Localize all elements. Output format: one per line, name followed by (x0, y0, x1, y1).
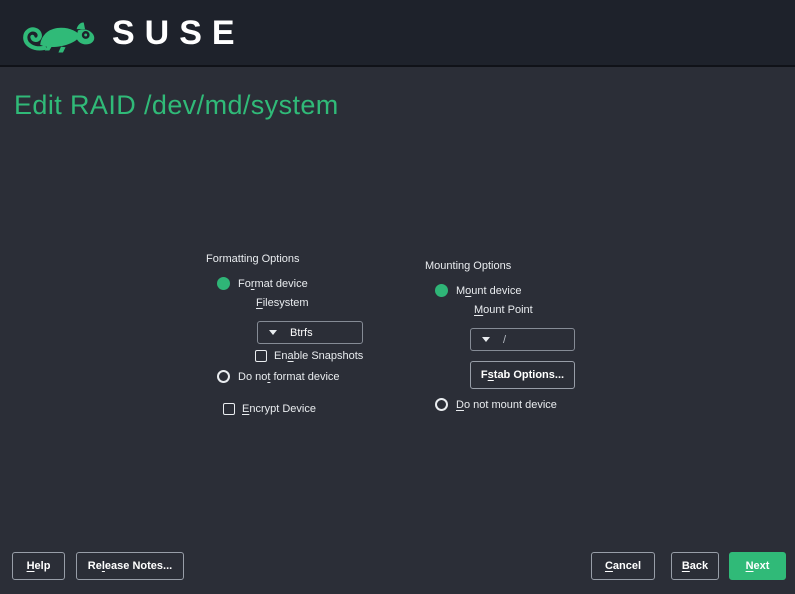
checkbox-icon (223, 403, 235, 415)
do-not-mount-radio[interactable]: Do not mount device (435, 398, 557, 411)
do-not-mount-label: Do not mount device (456, 399, 557, 411)
mount-point-label: Mount Point (474, 304, 533, 316)
radio-icon (435, 398, 448, 411)
mount-point-combobox[interactable]: / (470, 328, 575, 351)
radio-icon (217, 277, 230, 290)
do-not-format-radio[interactable]: Do not format device (217, 370, 340, 383)
header-bar: SUSE (0, 0, 795, 67)
back-button[interactable]: Back (671, 552, 719, 580)
help-button[interactable]: Help (12, 552, 65, 580)
filesystem-value: Btrfs (290, 327, 313, 339)
chevron-down-icon (269, 330, 277, 335)
encrypt-device-label: Encrypt Device (242, 403, 316, 415)
checkbox-icon (255, 350, 267, 362)
filesystem-label: Filesystem (256, 297, 309, 309)
format-device-label: Format device (238, 278, 308, 290)
mounting-options-label: Mounting Options (425, 260, 511, 272)
do-not-format-label: Do not format device (238, 371, 340, 383)
fstab-options-button[interactable]: Fstab Options... (470, 361, 575, 389)
page-title: Edit RAID /dev/md/system (14, 90, 339, 121)
filesystem-dropdown[interactable]: Btrfs (257, 321, 363, 344)
chameleon-icon (22, 10, 100, 56)
next-button[interactable]: Next (729, 552, 786, 580)
suse-logo: SUSE (22, 10, 245, 56)
enable-snapshots-checkbox[interactable]: Enable Snapshots (255, 350, 363, 362)
release-notes-button[interactable]: Release Notes... (76, 552, 184, 580)
mount-point-value: / (503, 334, 506, 346)
radio-icon (217, 370, 230, 383)
chevron-down-icon (482, 337, 490, 342)
cancel-button[interactable]: Cancel (591, 552, 655, 580)
app-root: SUSE Edit RAID /dev/md/system Formatting… (0, 0, 795, 594)
brand-wordmark: SUSE (112, 16, 245, 50)
mount-device-label: Mount device (456, 285, 521, 297)
enable-snapshots-label: Enable Snapshots (274, 350, 363, 362)
radio-icon (435, 284, 448, 297)
format-device-radio[interactable]: Format device (217, 277, 308, 290)
encrypt-device-checkbox[interactable]: Encrypt Device (223, 403, 316, 415)
formatting-options-label: Formatting Options (206, 253, 300, 265)
mount-device-radio[interactable]: Mount device (435, 284, 521, 297)
